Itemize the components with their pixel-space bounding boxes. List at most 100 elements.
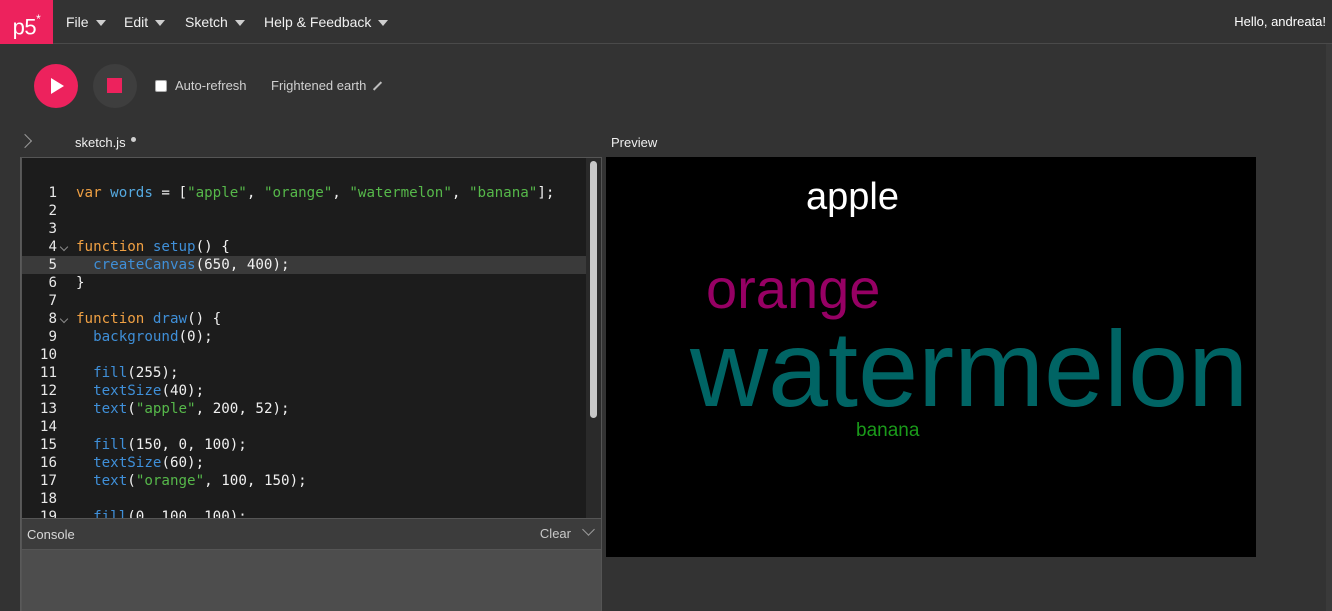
right-edge-panel [1326, 44, 1332, 611]
code-line[interactable]: 15 fill(150, 0, 100); [22, 436, 588, 454]
menu-edit[interactable]: Edit [124, 0, 166, 44]
code-editor[interactable]: 19 fill(0, 100, 100); 18 17 text("orange",… [21, 157, 602, 519]
line-number: 5 [48, 257, 57, 273]
code-token: fill [93, 509, 128, 519]
pencil-icon[interactable] [372, 81, 381, 90]
menu-sketch-label: Sketch [185, 14, 228, 30]
caret-down-icon [155, 20, 166, 26]
file-tab-sketch-js[interactable]: sketch.js [75, 135, 126, 150]
unsaved-indicator [131, 137, 136, 142]
stop-button[interactable] [93, 64, 137, 108]
code-token: "watermelon" [349, 185, 452, 201]
code-token: (0, 100, 100); [127, 509, 247, 519]
caret-down-icon [234, 20, 245, 26]
code-token: text [93, 473, 128, 489]
code-token: "banana" [468, 185, 538, 201]
p5-logo[interactable]: p5* [0, 0, 53, 44]
line-number: 9 [48, 329, 57, 345]
line-number: 8 [48, 311, 57, 327]
code-line[interactable]: 16 textSize(60); [22, 454, 588, 472]
code-token: () { [195, 239, 230, 255]
code-token: , 100, 150); [204, 473, 307, 489]
code-line[interactable]: 19 fill(0, 100, 100); [22, 508, 588, 519]
line-number: 16 [39, 455, 57, 471]
code-line[interactable]: 7 [22, 292, 588, 310]
chevron-down-icon[interactable] [582, 523, 595, 536]
code-token: function [76, 311, 145, 327]
code-line[interactable]: 6} [22, 274, 588, 292]
code-token: , [451, 185, 469, 201]
code-line[interactable]: 11 fill(255); [22, 364, 588, 382]
code-line[interactable]: 10 [22, 346, 588, 364]
code-text: fill(255); [76, 364, 179, 382]
menu-sketch[interactable]: Sketch [185, 0, 245, 44]
line-number: 6 [48, 275, 57, 291]
code-token: function [76, 239, 145, 255]
sketch-name[interactable]: Frightened earth [271, 78, 381, 93]
caret-down-icon [95, 20, 106, 26]
menu-help-feedback[interactable]: Help & Feedback [264, 0, 389, 44]
code-line[interactable]: 13 text("apple", 200, 52); [22, 400, 588, 418]
code-token: (40); [161, 383, 205, 399]
code-token: textSize [93, 383, 162, 399]
editor-scrollbar[interactable] [590, 161, 597, 418]
console-header: Console Clear [21, 519, 602, 550]
code-text: textSize(40); [76, 382, 204, 400]
fold-chevron-icon[interactable] [59, 314, 69, 324]
code-token: (0); [178, 329, 213, 345]
auto-refresh-checkbox[interactable] [155, 79, 167, 92]
line-number: 4 [48, 239, 57, 255]
logo-mark: * [36, 12, 41, 26]
code-line[interactable]: 3 [22, 220, 588, 238]
code-line[interactable]: 8 function draw() { [22, 310, 588, 328]
code-line[interactable]: 1 var words = ["apple", "orange", "waterm… [22, 184, 588, 202]
top-nav: p5* File Edit Sketch Help & Feedback Hel… [0, 0, 1332, 44]
line-number: 17 [39, 473, 57, 489]
code-text: createCanvas(650, 400); [76, 256, 289, 274]
line-number: 7 [48, 293, 57, 309]
fold-chevron-icon[interactable] [59, 242, 69, 252]
code-token: (60); [161, 455, 205, 471]
preview-canvas[interactable]: apple orange watermelon banana [606, 157, 1256, 557]
code-line[interactable]: 2 [22, 202, 588, 220]
code-line[interactable]: 12 textSize(40); [22, 382, 588, 400]
code-token: (255); [127, 365, 179, 381]
code-text: text("apple", 200, 52); [76, 400, 289, 418]
line-number: 12 [39, 383, 57, 399]
caret-down-icon [378, 20, 389, 26]
line-number: 10 [39, 347, 57, 363]
code-token: "orange" [263, 185, 333, 201]
chevron-right-icon[interactable] [17, 133, 33, 149]
line-number: 14 [39, 419, 57, 435]
auto-refresh-toggle[interactable]: Auto-refresh [155, 78, 247, 93]
code-line[interactable]: 14 [22, 418, 588, 436]
play-button[interactable] [34, 64, 78, 108]
code-line[interactable]: 17 text("orange", 100, 150); [22, 472, 588, 490]
code-token: , [332, 185, 350, 201]
console-clear-button[interactable]: Clear [540, 526, 571, 541]
code-token: "apple" [187, 185, 247, 201]
preview-word-banana: banana [856, 420, 920, 441]
console-title: Console [27, 527, 75, 542]
code-token: "apple" [135, 401, 196, 417]
line-number: 3 [48, 221, 57, 237]
user-greeting[interactable]: Hello, andreata! [1234, 0, 1326, 44]
code-text: fill(0, 100, 100); [76, 508, 247, 519]
code-line[interactable]: 18 [22, 490, 588, 508]
code-line[interactable]: 4 function setup() { [22, 238, 588, 256]
code-line[interactable]: 9 background(0); [22, 328, 588, 346]
console-output[interactable] [21, 550, 602, 611]
code-text: function setup() { [76, 238, 230, 256]
sketch-name-text: Frightened earth [271, 78, 367, 93]
menu-file[interactable]: File [66, 0, 106, 44]
code-line[interactable]: 5 createCanvas(650, 400); [22, 256, 588, 274]
code-token: ]; [537, 185, 555, 201]
code-token: (150, 0, 100); [127, 437, 247, 453]
auto-refresh-label: Auto-refresh [175, 78, 247, 93]
